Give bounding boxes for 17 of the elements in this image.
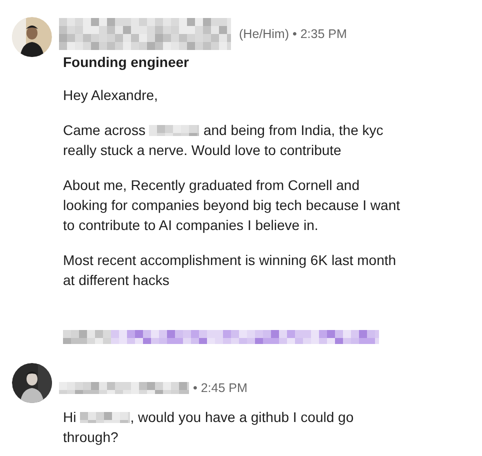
message-text: really stuck a nerve. Would love to contribute	[63, 140, 342, 160]
redaction-drawing	[80, 412, 130, 422]
message-text: to contribute to AI companies I believe in.	[63, 216, 318, 235]
message-text: through?	[63, 428, 118, 447]
message-text: Most recent accomplishment is winning 6K last month	[63, 250, 396, 270]
message-text: , would you have a github I could go	[130, 408, 354, 427]
message-timestamp: (He/Him) • 2:35 PM	[239, 26, 347, 43]
message-text: and being from India, the kyc	[203, 120, 384, 140]
redaction-drawing	[149, 124, 200, 136]
message-text: looking for companies beyond big tech because I want	[63, 196, 400, 215]
message-text: Came across	[63, 120, 146, 140]
message-text: Hi	[63, 408, 76, 426]
message-subject: Founding engineer	[63, 53, 190, 72]
message-text: About me, Recently graduated from Cornell and	[63, 176, 360, 195]
message-timestamp: • 2:45 PM	[193, 380, 248, 397]
message-text: Hey Alexandre,	[63, 86, 158, 105]
message-text: at different hacks	[63, 270, 170, 290]
